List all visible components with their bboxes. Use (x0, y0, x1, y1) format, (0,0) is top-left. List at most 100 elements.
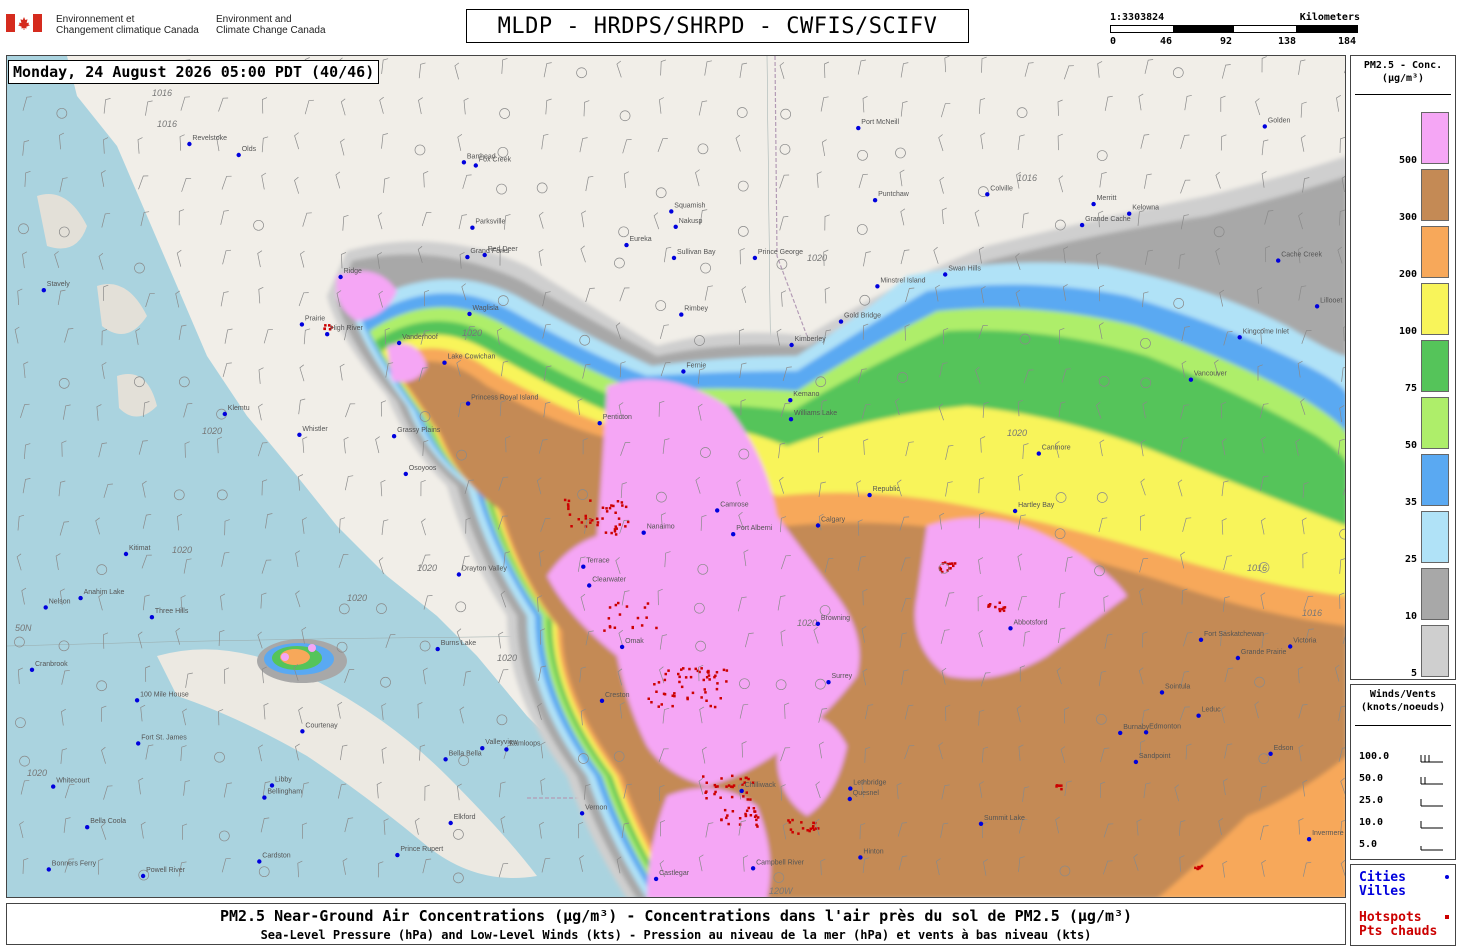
hotspot-marker (715, 687, 719, 691)
hotspot-marker (809, 827, 812, 831)
hotspot-marker (678, 680, 681, 684)
hotspot-marker (608, 506, 612, 510)
city-label: Fort Saskatchewan (1204, 631, 1264, 638)
city-label: Fort St. James (141, 734, 187, 741)
isobar-label: 1020 (797, 618, 817, 628)
hotspot-marker (691, 691, 695, 695)
hotspot-marker (323, 327, 326, 331)
city-label: Omak (625, 638, 644, 645)
concentration-map[interactable]: 1016 1016 1016 1020 1020 1020 1020 1020 … (7, 56, 1346, 898)
city-label: Summit Lake (984, 815, 1025, 822)
city-label: Chilliwack (745, 782, 777, 789)
hotspot-marker (621, 504, 624, 507)
city-dot-icon (1445, 875, 1449, 879)
city-dot (1118, 730, 1123, 736)
city-label: Grande Prairie (1241, 649, 1287, 656)
pm25-band-500-south (647, 788, 771, 897)
city-dot (597, 421, 602, 426)
city-dot (788, 417, 794, 422)
hotspot-marker (613, 528, 617, 531)
city-dot (752, 255, 758, 261)
city-label: Colville (990, 185, 1013, 192)
city-dot (815, 523, 821, 528)
hotspot-marker (664, 672, 667, 676)
hotspot-marker (700, 667, 703, 670)
city-dot (269, 783, 275, 788)
city-label: Lake Cowichan (448, 354, 496, 361)
hotspot-marker (752, 807, 756, 810)
city-label: Republic (873, 486, 901, 493)
isobar-label: 1020 (202, 426, 222, 436)
hotspot-marker (714, 790, 717, 794)
hotspots-legend-label: Hotspots Pts chauds (1359, 910, 1438, 939)
wind-legend-value: 100.0 (1359, 751, 1390, 762)
hotspot-marker (605, 507, 608, 510)
city-label: Edmonton (1149, 723, 1181, 730)
city-label: Squamish (674, 202, 705, 209)
hotspot-marker (688, 667, 691, 671)
city-label: Bonners Ferry (52, 860, 97, 867)
city-label: Puntchaw (878, 191, 910, 198)
city-dot (448, 820, 453, 826)
city-dot (1188, 377, 1194, 382)
hotspot-marker (617, 601, 620, 605)
city-label: Ridge (344, 268, 362, 275)
map-canvas[interactable]: 1016 1016 1016 1020 1020 1020 1020 1020 … (6, 55, 1346, 898)
city-dot (1196, 713, 1201, 718)
city-label: Sointula (1165, 683, 1190, 690)
hotspot-marker (725, 816, 728, 820)
city-dot (136, 741, 141, 746)
city-label: Parksville (475, 219, 505, 226)
hotspot-marker (640, 624, 644, 627)
city-label: Vanderhoof (402, 334, 438, 341)
hotspot-marker (631, 626, 634, 630)
hotspot-marker (739, 777, 742, 781)
hotspot-marker (567, 507, 570, 511)
scale-tick: 0 (1110, 36, 1117, 47)
city-label: Kamloops (509, 740, 541, 747)
scale-unit: Kilometers (1299, 12, 1360, 23)
hotspot-marker (705, 699, 708, 702)
scale-bar-segments (1110, 25, 1358, 33)
city-label: Canmore (1042, 445, 1071, 452)
hotspot-marker (620, 501, 624, 504)
hotspot-marker (616, 500, 620, 503)
hotspot-marker (667, 669, 670, 672)
city-dot (673, 224, 678, 229)
map-title: MLDP - HRDPS/SHRPD - CWFIS/SCIFV (466, 9, 969, 43)
city-label: Clearwater (592, 577, 627, 584)
hotspot-marker (746, 798, 749, 801)
city-label: Burns Lake (441, 640, 477, 647)
city-dot (599, 698, 605, 703)
hotspot-marker (614, 603, 618, 607)
canada-flag-icon (6, 14, 42, 32)
hotspot-marker (705, 676, 709, 679)
city-dot (1276, 258, 1281, 263)
city-dot (1079, 222, 1085, 228)
city-label: Osoyoos (409, 465, 437, 472)
hotspot-marker (601, 517, 604, 520)
hotspot-marker (660, 703, 663, 706)
scale-tick: 184 (1338, 36, 1357, 47)
legend-level-label: 200 (1398, 269, 1417, 280)
isobar-label: 1020 (417, 563, 437, 573)
city-dot (739, 788, 744, 794)
city-label: Burnaby (1123, 724, 1150, 731)
hotspot-marker (618, 523, 621, 526)
legend-swatch-35 (1421, 454, 1449, 506)
hotspot-marker (702, 775, 705, 778)
city-label: Eureka (630, 236, 652, 243)
city-dot (325, 332, 330, 337)
city-dot (872, 198, 878, 203)
hotspot-marker (725, 669, 729, 672)
city-label: Kitimat (129, 545, 150, 552)
hotspot-marker (673, 692, 676, 695)
isobar-label: 1016 (152, 88, 172, 98)
city-dot (875, 284, 880, 289)
hotspot-marker (563, 498, 567, 502)
scale-bar: 1:3303824 Kilometers 0 46 92 138 184 (1110, 10, 1360, 50)
city-label: Surrey (832, 673, 853, 680)
city-label: Terrace (586, 558, 609, 565)
city-label: Swan Hills (948, 266, 981, 273)
wind-barb-icon (1420, 777, 1443, 785)
